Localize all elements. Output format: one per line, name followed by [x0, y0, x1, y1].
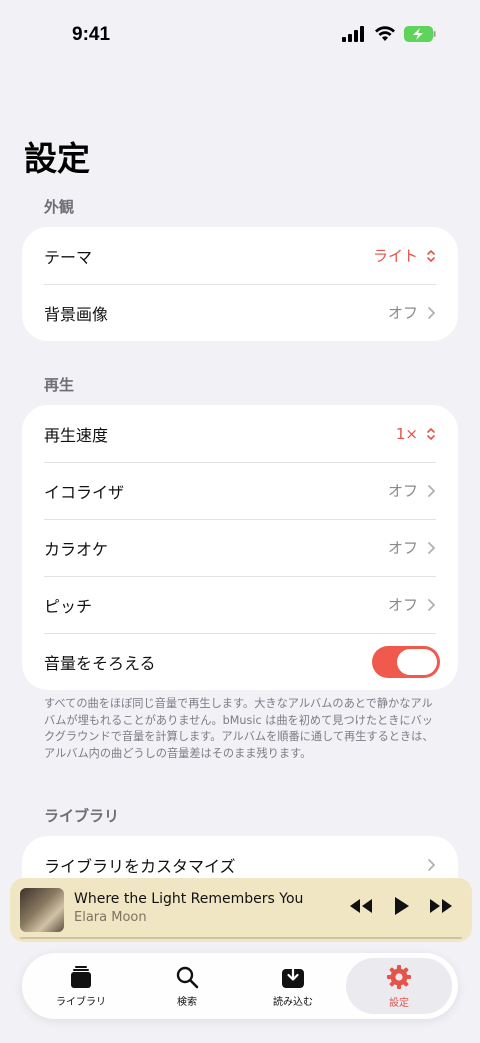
section-header-appearance: 外観 — [44, 198, 75, 216]
play-icon[interactable] — [392, 896, 410, 916]
pitch-row[interactable]: ピッチ オフ — [22, 576, 458, 633]
tab-search[interactable]: 検索 — [134, 958, 240, 1014]
background-image-row[interactable]: 背景画像 オフ — [22, 284, 458, 341]
chevron-right-icon — [428, 484, 435, 497]
page-title: 設定 — [24, 139, 90, 178]
section-header-playback: 再生 — [44, 376, 75, 394]
normalize-volume-row: 音量をそろえる — [22, 633, 458, 690]
chevron-right-icon — [428, 541, 435, 554]
normalize-volume-label: 音量をそろえる — [44, 653, 156, 673]
playback-speed-label: 再生速度 — [44, 425, 109, 445]
pitch-value: オフ — [387, 596, 418, 614]
tab-import-label: 読み込む — [273, 996, 313, 1008]
toggle-knob — [397, 648, 437, 675]
pitch-label: ピッチ — [44, 596, 93, 616]
karaoke-row[interactable]: カラオケ オフ — [22, 519, 458, 576]
album-artwork — [20, 888, 64, 932]
normalize-volume-footnote: すべての曲をほぼ同じ音量で再生します。大きなアルバムのあとで静かなアルバムが埋も… — [44, 697, 434, 760]
playback-group: 再生速度 1× イコライザ オフ カラオケ オフ ピッチ オフ 音量をそろえる — [22, 405, 458, 690]
rewind-icon[interactable] — [348, 897, 374, 915]
theme-label: テーマ — [44, 247, 93, 267]
playback-progress-bar — [20, 937, 462, 939]
wifi-icon — [375, 26, 395, 41]
chevron-right-icon — [428, 598, 435, 611]
playback-speed-row[interactable]: 再生速度 1× — [22, 405, 458, 462]
section-header-library: ライブラリ — [44, 807, 120, 825]
now-playing-title: Where the Light Remembers You — [74, 891, 304, 907]
tab-settings[interactable]: 設定 — [346, 958, 452, 1014]
equalizer-row[interactable]: イコライザ オフ — [22, 462, 458, 519]
fast-forward-icon[interactable] — [428, 897, 454, 915]
appearance-group: テーマ ライト 背景画像 オフ — [22, 227, 458, 341]
status-icons — [342, 26, 436, 42]
search-icon — [176, 966, 199, 988]
gear-icon — [387, 964, 411, 989]
tab-library[interactable]: ライブラリ — [28, 958, 134, 1014]
status-time: 9:41 — [72, 24, 111, 45]
battery-charging-icon — [404, 26, 436, 42]
normalize-volume-toggle[interactable] — [372, 645, 440, 678]
chevron-up-down-icon — [427, 427, 435, 440]
status-bar: 9:41 — [0, 0, 480, 70]
equalizer-label: イコライザ — [44, 482, 125, 502]
karaoke-label: カラオケ — [44, 539, 109, 559]
tab-library-label: ライブラリ — [56, 996, 106, 1008]
chevron-right-icon — [428, 306, 435, 319]
karaoke-value: オフ — [387, 539, 418, 557]
library-icon — [71, 965, 91, 988]
playback-speed-value: 1× — [395, 424, 418, 443]
customize-library-label: ライブラリをカスタマイズ — [44, 857, 236, 876]
equalizer-value: オフ — [387, 482, 418, 500]
theme-value: ライト — [372, 247, 418, 265]
mini-player[interactable]: Where the Light Remembers You Elara Moon — [10, 878, 472, 942]
import-icon — [282, 965, 304, 988]
tab-search-label: 検索 — [177, 996, 197, 1008]
tab-import[interactable]: 読み込む — [240, 958, 346, 1014]
tab-settings-label: 設定 — [389, 997, 409, 1009]
theme-row[interactable]: テーマ ライト — [22, 227, 458, 284]
chevron-up-down-icon — [427, 249, 435, 262]
chevron-right-icon — [428, 859, 435, 871]
playback-controls — [348, 896, 454, 916]
cellular-signal-icon — [342, 26, 364, 42]
tab-bar: ライブラリ 検索 読み込む 設定 — [22, 953, 458, 1019]
background-image-value: オフ — [387, 304, 418, 322]
now-playing-artist: Elara Moon — [74, 910, 147, 925]
background-image-label: 背景画像 — [44, 304, 109, 324]
